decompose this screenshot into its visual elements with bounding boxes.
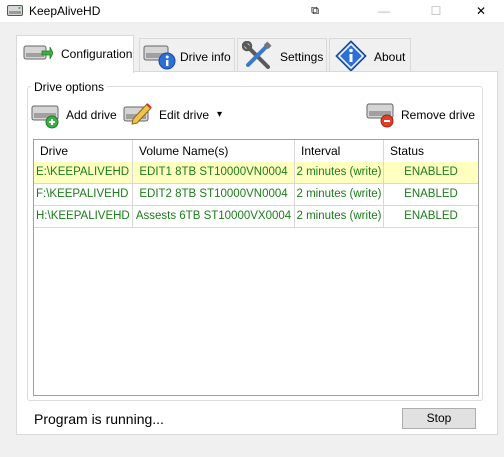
drive-list-table[interactable]: Drive Volume Name(s) Interval Status E:\… [33,139,479,396]
tool-window-icon[interactable]: ⧉ [292,0,338,22]
table-header: Drive Volume Name(s) Interval Status [34,140,478,163]
tab-settings[interactable]: Settings [237,38,327,72]
drive-cell: H:\KEEPALIVEHD [34,206,133,227]
column-header-volume[interactable]: Volume Name(s) [133,140,295,162]
volume-cell: EDIT2 8TB ST10000VN0004 [133,184,295,205]
volume-cell: EDIT1 8TB ST10000VN0004 [133,162,295,183]
tab-drive-info[interactable]: Drive info [139,38,235,72]
column-header-drive[interactable]: Drive [34,140,133,162]
add-drive-icon [31,105,59,129]
stop-button[interactable]: Stop [402,408,476,429]
tab-configuration[interactable]: Configuration [16,35,134,73]
table-row[interactable]: E:\KEEPALIVEHD EDIT1 8TB ST10000VN0004 2… [34,162,478,184]
drive-cell: E:\KEEPALIVEHD [34,162,133,183]
dropdown-arrow-icon[interactable]: ▾ [217,109,222,120]
status-cell: ENABLED [404,188,458,200]
title-bar: KeepAliveHD ⧉ — ☐ ✕ [0,0,504,22]
tab-about[interactable]: About [329,38,411,72]
edit-drive-button[interactable]: Edit drive ▾ [123,101,229,129]
tab-label: Configuration [61,47,133,61]
app-drive-icon [7,4,23,17]
wrench-screwdriver-icon [242,41,272,69]
program-status-text: Program is running... [34,411,164,427]
status-cell: ENABLED [404,210,458,222]
remove-drive-button[interactable]: Remove drive [366,101,476,129]
tab-label: Settings [280,50,324,64]
window-title: KeepAliveHD [29,4,101,18]
column-header-status[interactable]: Status [384,140,478,162]
interval-cell: 2 minutes (write) [295,162,384,183]
table-row[interactable]: H:\KEEPALIVEHD Assests 6TB ST10000VX0004… [34,206,478,228]
drive-cell: F:\KEEPALIVEHD [34,184,133,205]
hard-drive-arrow-icon [23,45,53,60]
edit-drive-icon [123,103,152,125]
remove-drive-icon [366,103,394,128]
info-diamond-icon [335,40,367,72]
interval-cell: 2 minutes (write) [295,184,384,205]
status-cell: ENABLED [404,166,458,178]
add-drive-button[interactable]: Add drive [31,101,119,129]
close-button[interactable]: ✕ [458,0,504,22]
drive-info-icon [143,45,176,70]
group-title: Drive options [31,80,108,94]
tab-label: Drive info [180,50,231,64]
tab-label: About [374,50,406,64]
add-drive-label: Add drive [66,108,117,122]
maximize-button[interactable]: ☐ [413,0,459,22]
column-header-interval[interactable]: Interval [295,140,384,162]
edit-drive-label: Edit drive [159,108,210,122]
minimize-button[interactable]: — [361,0,407,22]
volume-cell: Assests 6TB ST10000VX0004 [133,206,295,227]
remove-drive-label: Remove drive [401,108,476,122]
interval-cell: 2 minutes (write) [295,206,384,227]
table-row[interactable]: F:\KEEPALIVEHD EDIT2 8TB ST10000VN0004 2… [34,184,478,206]
